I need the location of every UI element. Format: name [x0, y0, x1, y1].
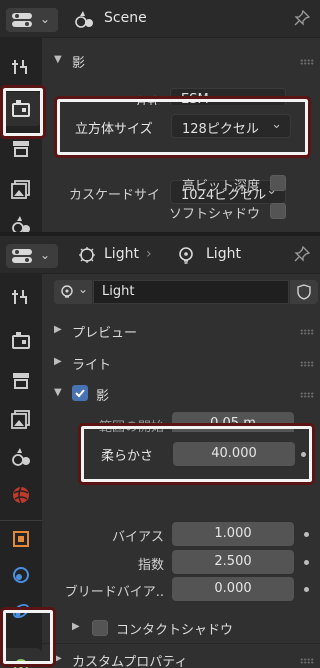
drag-grip-icon[interactable]: [300, 59, 314, 65]
expand-right-icon: ▶: [72, 621, 80, 632]
bleed-bias-value: 0.000: [214, 581, 252, 596]
high-bit-depth-checkbox[interactable]: [270, 175, 286, 191]
scene-tab-icon[interactable]: [10, 214, 32, 232]
exponent-label: 指数: [137, 558, 164, 573]
pin-icon[interactable]: [294, 10, 310, 26]
editor-type-dropdown[interactable]: ⌄: [6, 244, 58, 268]
expand-down-icon: ▼: [54, 387, 62, 398]
datablock-browse-button[interactable]: ⌄: [54, 280, 92, 304]
contact-shadow-checkbox[interactable]: [92, 620, 108, 636]
data-label: Light: [206, 246, 241, 262]
light-data-icon: [61, 285, 73, 298]
drag-grip-icon[interactable]: [300, 658, 314, 664]
expand-right-icon: ▶: [54, 356, 62, 367]
softness-row: 柔らかさ 40.000: [87, 432, 306, 476]
cube-size-label: 立方体サイズ: [75, 122, 153, 137]
section-contact-shadow-header[interactable]: ▶ コンタクトシャドウ: [42, 613, 320, 643]
cube-size-row: 立方体サイズ 128ピクセル ⌄: [63, 105, 302, 149]
keyframe-dot-icon[interactable]: [304, 560, 309, 565]
drag-grip-icon[interactable]: [300, 329, 314, 335]
soft-shadows-checkbox[interactable]: [270, 203, 286, 219]
shield-icon: [297, 284, 311, 300]
editor-type-dropdown[interactable]: ⌄: [6, 8, 58, 32]
properties-editor-icon: [12, 13, 32, 27]
output-icon[interactable]: [10, 370, 32, 392]
exponent-value: 2.500: [214, 554, 252, 569]
properties-tab-bar: [0, 274, 42, 668]
datablock-name: Light: [102, 284, 135, 299]
shadow-enable-checkbox[interactable]: [72, 385, 88, 401]
high-bit-depth-label: 高ビット深度: [181, 179, 260, 194]
section-label: ライト: [72, 358, 112, 373]
chevron-down-icon: ⌄: [78, 282, 89, 296]
view-layer-icon[interactable]: [10, 408, 32, 430]
checkmark-icon: [75, 389, 85, 398]
section-custom-props-header[interactable]: ▶ カスタムプロパティ: [42, 645, 320, 668]
section-label: プレビュー: [72, 326, 138, 341]
keyframe-dot-icon[interactable]: [301, 452, 306, 457]
panel-header: ⌄ Light › Light: [0, 236, 320, 274]
bleed-bias-label: ブリードバイア..: [64, 585, 164, 600]
light-object-icon: [79, 247, 95, 263]
object-label: Light: [104, 246, 139, 262]
drag-grip-icon[interactable]: [300, 361, 314, 367]
row-partial: [42, 220, 320, 232]
scene-tab-icon[interactable]: [10, 446, 32, 468]
softness-field[interactable]: 40.000: [173, 442, 295, 466]
highlight-render-tab: [0, 85, 46, 139]
pin-icon[interactable]: [294, 246, 310, 262]
tab-divider: [0, 520, 42, 521]
world-icon[interactable]: [10, 484, 32, 506]
softness-label: 柔らかさ: [101, 449, 154, 464]
chevron-down-icon: ⌄: [40, 248, 51, 262]
keyframe-dot-icon[interactable]: [304, 532, 309, 537]
output-icon[interactable]: [10, 138, 32, 160]
chevron-down-icon: ⌄: [40, 12, 51, 26]
section-shadow-header[interactable]: ▼ 影: [42, 379, 320, 409]
view-layer-icon[interactable]: [10, 178, 32, 200]
light-data-icon: [179, 247, 193, 264]
cube-size-value: 128ピクセル: [182, 122, 259, 137]
bias-value: 1.000: [214, 526, 252, 541]
bleed-bias-field[interactable]: 0.000: [172, 577, 294, 601]
highlight-softness: 柔らかさ 40.000: [78, 423, 315, 485]
highlight-light-data-tab: [0, 607, 56, 667]
bias-label: バイアス: [111, 530, 164, 545]
keyframe-dot-icon[interactable]: [304, 587, 309, 592]
section-preview-header[interactable]: ▶ プレビュー: [42, 316, 320, 346]
expand-down-icon: ▼: [54, 54, 62, 65]
cube-size-dropdown[interactable]: 128ピクセル ⌄: [171, 114, 291, 138]
panel-header: ⌄ Scene: [0, 0, 320, 38]
section-shadow-header[interactable]: ▼ 影: [42, 46, 320, 76]
softness-value: 40.000: [211, 446, 257, 461]
properties-panel-scene: ⌄ Scene ▼ 影 方式 ESM ⌄ カスケードサイ 1024ピクセル 高ビ…: [0, 0, 320, 232]
chevron-down-icon: ⌄: [271, 117, 282, 132]
tool-settings-icon[interactable]: [10, 56, 32, 78]
highlight-cube-size: 立方体サイズ 128ピクセル ⌄: [54, 96, 311, 158]
expand-right-icon: ▶: [54, 324, 62, 335]
drag-grip-icon[interactable]: [300, 392, 314, 398]
render-icon[interactable]: [10, 330, 32, 352]
scene-icon: [75, 11, 93, 28]
exponent-field[interactable]: 2.500: [172, 550, 294, 574]
properties-panel-light: ⌄ Light › Light ⌄ Light ▶ プレビュー ▶ ライト ▼ …: [0, 236, 320, 668]
context-label: Scene: [104, 10, 147, 26]
properties-editor-icon: [12, 249, 32, 263]
section-label: コンタクトシャドウ: [116, 623, 234, 638]
section-label: 影: [72, 56, 86, 71]
fake-user-button[interactable]: [290, 280, 318, 304]
section-label: 影: [96, 389, 110, 404]
expand-right-icon: ▶: [54, 653, 62, 664]
object-icon[interactable]: [10, 528, 32, 550]
datablock-name-field[interactable]: Light: [93, 280, 289, 304]
section-light-header[interactable]: ▶ ライト: [42, 348, 320, 378]
breadcrumb-separator: ›: [146, 246, 152, 262]
bias-field[interactable]: 1.000: [172, 522, 294, 546]
tool-settings-icon[interactable]: [10, 286, 32, 308]
section-label: カスタムプロパティ: [72, 655, 188, 668]
physics-icon[interactable]: [10, 564, 32, 586]
section-divider: [42, 643, 320, 644]
